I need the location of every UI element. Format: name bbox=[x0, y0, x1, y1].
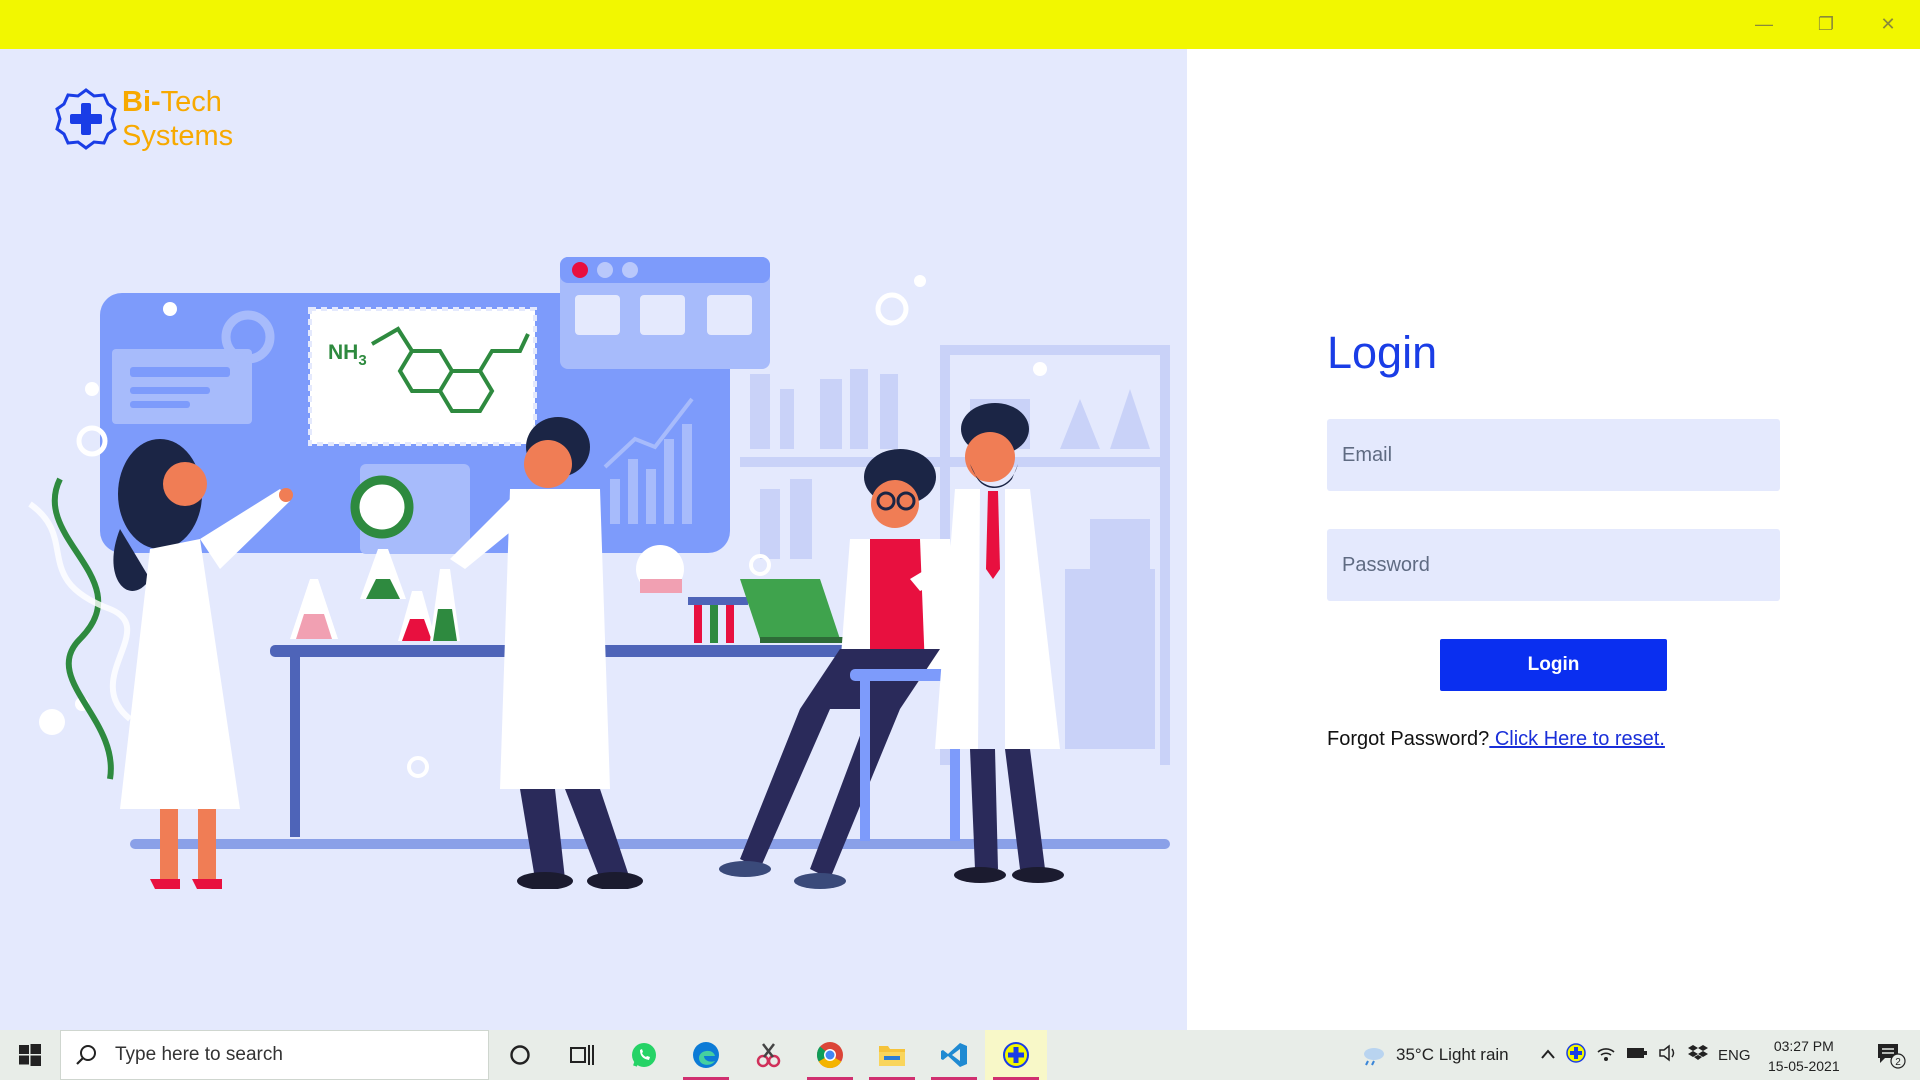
forgot-password-row: Forgot Password? Click Here to reset. bbox=[1327, 728, 1665, 751]
chrome-browser-icon bbox=[816, 1042, 843, 1069]
login-button[interactable]: Login bbox=[1440, 639, 1667, 691]
task-view-icon bbox=[570, 1045, 594, 1065]
password-field[interactable] bbox=[1327, 529, 1780, 601]
language-indicator[interactable]: ENG bbox=[1718, 1047, 1751, 1064]
volume-icon[interactable] bbox=[1658, 1044, 1678, 1066]
clock-time: 03:27 PM bbox=[1773, 1038, 1834, 1054]
email-field[interactable] bbox=[1327, 419, 1780, 491]
whatsapp-taskbar-app[interactable] bbox=[613, 1030, 675, 1080]
cortana-button[interactable] bbox=[489, 1030, 551, 1080]
close-button[interactable]: ✕ bbox=[1857, 0, 1919, 49]
edge-browser-icon bbox=[693, 1042, 719, 1068]
taskbar-search-box[interactable]: Type here to search bbox=[60, 1030, 489, 1080]
brand-name-line2: Systems bbox=[122, 120, 234, 152]
show-hidden-icons-chevron-up-icon[interactable] bbox=[1540, 1047, 1556, 1064]
vscode-icon bbox=[941, 1043, 967, 1067]
app-window: — ❐ ✕ Bi-Tech Systems NH3 Login Email Lo… bbox=[0, 0, 1920, 1080]
weather-widget[interactable]: 35°C Light rain bbox=[1360, 1030, 1509, 1080]
dropbox-icon[interactable] bbox=[1688, 1044, 1708, 1066]
action-center-button[interactable]: 2 bbox=[1862, 1030, 1920, 1080]
start-button[interactable] bbox=[0, 1030, 60, 1080]
taskbar: Type here to search 35°C Light rain ENG … bbox=[0, 1030, 1920, 1080]
notification-icon: 2 bbox=[1878, 1044, 1906, 1069]
login-pane: Login Login Forgot Password? Click Here … bbox=[1187, 49, 1920, 1030]
chrome-taskbar-app[interactable] bbox=[799, 1030, 861, 1080]
cortana-circle-icon bbox=[510, 1045, 530, 1065]
login-title: Login bbox=[1327, 327, 1438, 378]
illustration-pane: Bi-Tech Systems NH3 bbox=[0, 49, 1187, 1030]
bitech-taskbar-app[interactable] bbox=[985, 1030, 1047, 1080]
bitech-app-icon bbox=[1003, 1042, 1029, 1068]
file-explorer-taskbar-app[interactable] bbox=[861, 1030, 923, 1080]
title-bar[interactable]: — ❐ ✕ bbox=[0, 0, 1920, 49]
bitech-tray-icon[interactable] bbox=[1566, 1043, 1586, 1067]
scientist-seated bbox=[719, 449, 970, 889]
brand-logo: Bi-Tech Systems bbox=[54, 85, 233, 153]
brand-name-part2: Tech bbox=[160, 86, 222, 118]
search-placeholder: Type here to search bbox=[115, 1044, 283, 1065]
snip-sketch-icon bbox=[756, 1043, 781, 1068]
minimize-button[interactable]: — bbox=[1733, 0, 1795, 49]
snip-sketch-taskbar-app[interactable] bbox=[737, 1030, 799, 1080]
forgot-password-text: Forgot Password? bbox=[1327, 728, 1490, 750]
windows-logo-icon bbox=[19, 1044, 41, 1066]
rain-cloud-icon bbox=[1364, 1048, 1384, 1066]
edge-taskbar-app[interactable] bbox=[675, 1030, 737, 1080]
weather-text: 35°C Light rain bbox=[1396, 1045, 1509, 1064]
notification-count: 2 bbox=[1895, 1057, 1901, 1068]
network-icon[interactable] bbox=[1596, 1044, 1616, 1066]
brand-name-part1: Bi- bbox=[122, 86, 161, 118]
battery-icon[interactable] bbox=[1626, 1046, 1648, 1064]
lab-illustration: NH3 bbox=[28, 257, 1170, 889]
whatsapp-icon bbox=[632, 1043, 656, 1067]
search-icon bbox=[76, 1045, 96, 1065]
medical-cross-icon bbox=[55, 88, 117, 150]
reset-password-link[interactable]: Click Here to reset. bbox=[1489, 728, 1665, 750]
system-clock[interactable]: 03:27 PM 15-05-2021 bbox=[1768, 1036, 1840, 1076]
vscode-taskbar-app[interactable] bbox=[923, 1030, 985, 1080]
system-tray: ENG bbox=[1540, 1030, 1751, 1080]
task-view-button[interactable] bbox=[551, 1030, 613, 1080]
maximize-button[interactable]: ❐ bbox=[1795, 0, 1857, 49]
molecule-board bbox=[308, 307, 537, 446]
folder-icon bbox=[879, 1046, 905, 1066]
clock-date: 15-05-2021 bbox=[1768, 1058, 1840, 1074]
